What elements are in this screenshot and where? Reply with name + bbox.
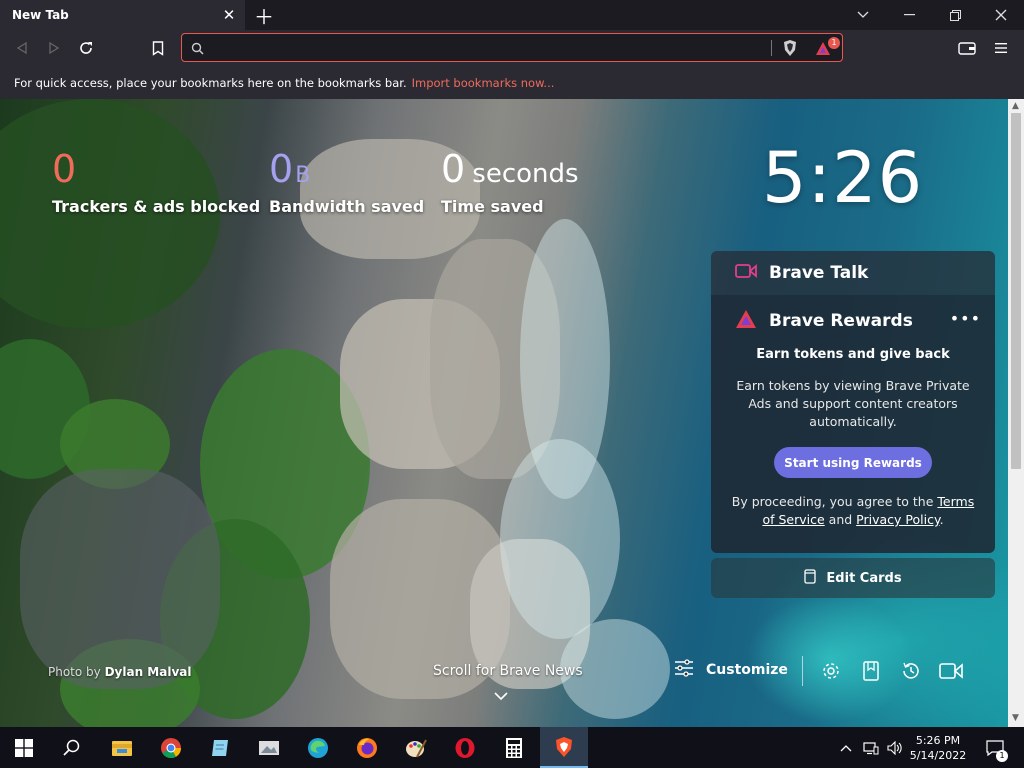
edge-icon[interactable]: [294, 727, 342, 768]
brave-rewards-logo-icon: [735, 309, 757, 333]
main-menu-button[interactable]: [989, 36, 1013, 60]
time-label: Time saved: [441, 197, 544, 216]
terms-suffix: .: [939, 512, 944, 527]
windows-start-icon[interactable]: [0, 727, 48, 768]
tab-strip: New Tab ✕ ＋: [0, 0, 1024, 30]
trackers-label: Trackers & ads blocked: [52, 197, 261, 216]
bookmarks-bar-message: For quick access, place your bookmarks h…: [14, 75, 407, 90]
brave-rewards-title: Brave Rewards: [769, 311, 913, 331]
photo-credit-author[interactable]: Dylan Malval: [105, 665, 192, 679]
trackers-count: 0: [52, 147, 77, 191]
address-divider: [771, 40, 772, 56]
brave-taskbar-icon[interactable]: [540, 727, 588, 768]
brave-rewards-icon[interactable]: 1: [815, 37, 840, 58]
notepad-icon[interactable]: [196, 727, 244, 768]
footer-divider: [802, 656, 803, 686]
photos-icon[interactable]: [245, 727, 293, 768]
bandwidth-unit: B: [295, 163, 311, 188]
brave-rewards-card: Brave Rewards ••• Earn tokens and give b…: [711, 295, 995, 553]
stat-trackers-blocked: 0 Trackers & ads blocked: [52, 147, 260, 216]
rewards-header: Brave Rewards: [735, 309, 913, 333]
bookmarks-bar: For quick access, place your bookmarks h…: [0, 66, 1024, 99]
volume-icon[interactable]: [884, 727, 906, 768]
time-unit: seconds: [472, 159, 579, 189]
page-scrollbar[interactable]: ▲ ▼: [1008, 99, 1024, 727]
bookmarks-icon[interactable]: [859, 659, 883, 683]
bookmark-page-button[interactable]: [146, 36, 170, 60]
stat-time-saved: 0 seconds Time saved: [441, 147, 579, 216]
search-icon: [191, 40, 204, 59]
scroll-down-arrow-icon[interactable]: ▼: [1012, 713, 1019, 723]
opera-icon[interactable]: [441, 727, 489, 768]
start-using-rewards-button[interactable]: Start using Rewards: [774, 447, 932, 478]
address-input[interactable]: [212, 37, 792, 58]
customize-label: Customize: [706, 662, 788, 678]
chevron-down-icon[interactable]: [494, 689, 508, 705]
bandwidth-label: Bandwidth saved: [269, 197, 425, 216]
tab-title: New Tab: [12, 8, 69, 22]
brave-shields-icon[interactable]: [780, 38, 800, 58]
tab-search-chevron-icon[interactable]: [840, 0, 886, 30]
action-center-button[interactable]: 1: [980, 727, 1010, 768]
back-button[interactable]: [10, 36, 34, 60]
gear-icon[interactable]: [819, 659, 843, 683]
chrome-icon[interactable]: [147, 727, 195, 768]
search-icon[interactable]: [48, 727, 96, 768]
close-window-button[interactable]: [978, 0, 1024, 30]
minimize-button[interactable]: [886, 0, 932, 30]
address-bar[interactable]: 1: [181, 33, 843, 62]
paint-icon[interactable]: [392, 727, 440, 768]
brave-talk-card[interactable]: Brave Talk: [711, 251, 995, 295]
show-hidden-icons-chevron-icon[interactable]: [836, 727, 856, 768]
new-tab-page: 0 Trackers & ads blocked 0B Bandwidth sa…: [0, 99, 1008, 727]
edit-cards-button[interactable]: Edit Cards: [711, 558, 995, 598]
calculator-icon[interactable]: [490, 727, 538, 768]
scrollbar-thumb[interactable]: [1011, 113, 1021, 469]
forward-button[interactable]: [42, 36, 66, 60]
bandwidth-count: 0: [269, 147, 294, 191]
network-icon[interactable]: [860, 727, 882, 768]
edit-cards-icon: [804, 568, 817, 588]
customize-button[interactable]: Customize: [674, 659, 788, 681]
restore-button[interactable]: [932, 0, 978, 30]
sliders-icon: [674, 659, 694, 681]
privacy-policy-link[interactable]: Privacy Policy: [856, 512, 939, 527]
brave-talk-icon[interactable]: [939, 659, 963, 683]
history-icon[interactable]: [899, 659, 923, 683]
tab-new-tab[interactable]: New Tab ✕: [0, 0, 245, 30]
taskbar-clock[interactable]: 5:26 PM 5/14/2022: [905, 727, 971, 768]
terms-prefix: By proceeding, you agree to the: [731, 494, 934, 509]
photo-credit-prefix: Photo by: [48, 665, 101, 679]
taskbar-date: 5/14/2022: [909, 748, 967, 762]
brave-talk-title: Brave Talk: [769, 263, 869, 283]
edit-cards-label: Edit Cards: [826, 570, 902, 586]
rewards-subtitle: Earn tokens and give back: [756, 347, 950, 362]
wallet-button[interactable]: [955, 36, 979, 60]
stat-bandwidth-saved: 0B Bandwidth saved: [269, 147, 424, 216]
close-tab-icon[interactable]: ✕: [219, 5, 239, 25]
taskbar-time: 5:26 PM: [915, 733, 961, 747]
import-bookmarks-link[interactable]: Import bookmarks now...: [412, 76, 555, 90]
more-options-icon[interactable]: •••: [950, 309, 981, 328]
terms-and: and: [828, 512, 853, 527]
rewards-terms: By proceeding, you agree to the Terms of…: [731, 493, 975, 529]
rewards-description: Earn tokens by viewing Brave Private Ads…: [736, 378, 970, 429]
new-tab-button[interactable]: ＋: [253, 3, 275, 29]
photo-credit: Photo by Dylan Malval: [48, 665, 192, 679]
firefox-icon[interactable]: [343, 727, 391, 768]
video-camera-icon: [735, 263, 757, 283]
scroll-up-arrow-icon[interactable]: ▲: [1012, 101, 1019, 111]
time-count: 0: [441, 147, 466, 191]
reload-button[interactable]: [74, 36, 98, 60]
rewards-badge: 1: [828, 37, 840, 49]
notification-count-badge: 1: [996, 750, 1008, 762]
file-explorer-icon[interactable]: [98, 727, 146, 768]
scroll-for-brave-news[interactable]: Scroll for Brave News: [433, 663, 583, 679]
clock: 5:26: [762, 137, 924, 219]
taskbar: 5:26 PM 5/14/2022 1: [0, 727, 1024, 768]
